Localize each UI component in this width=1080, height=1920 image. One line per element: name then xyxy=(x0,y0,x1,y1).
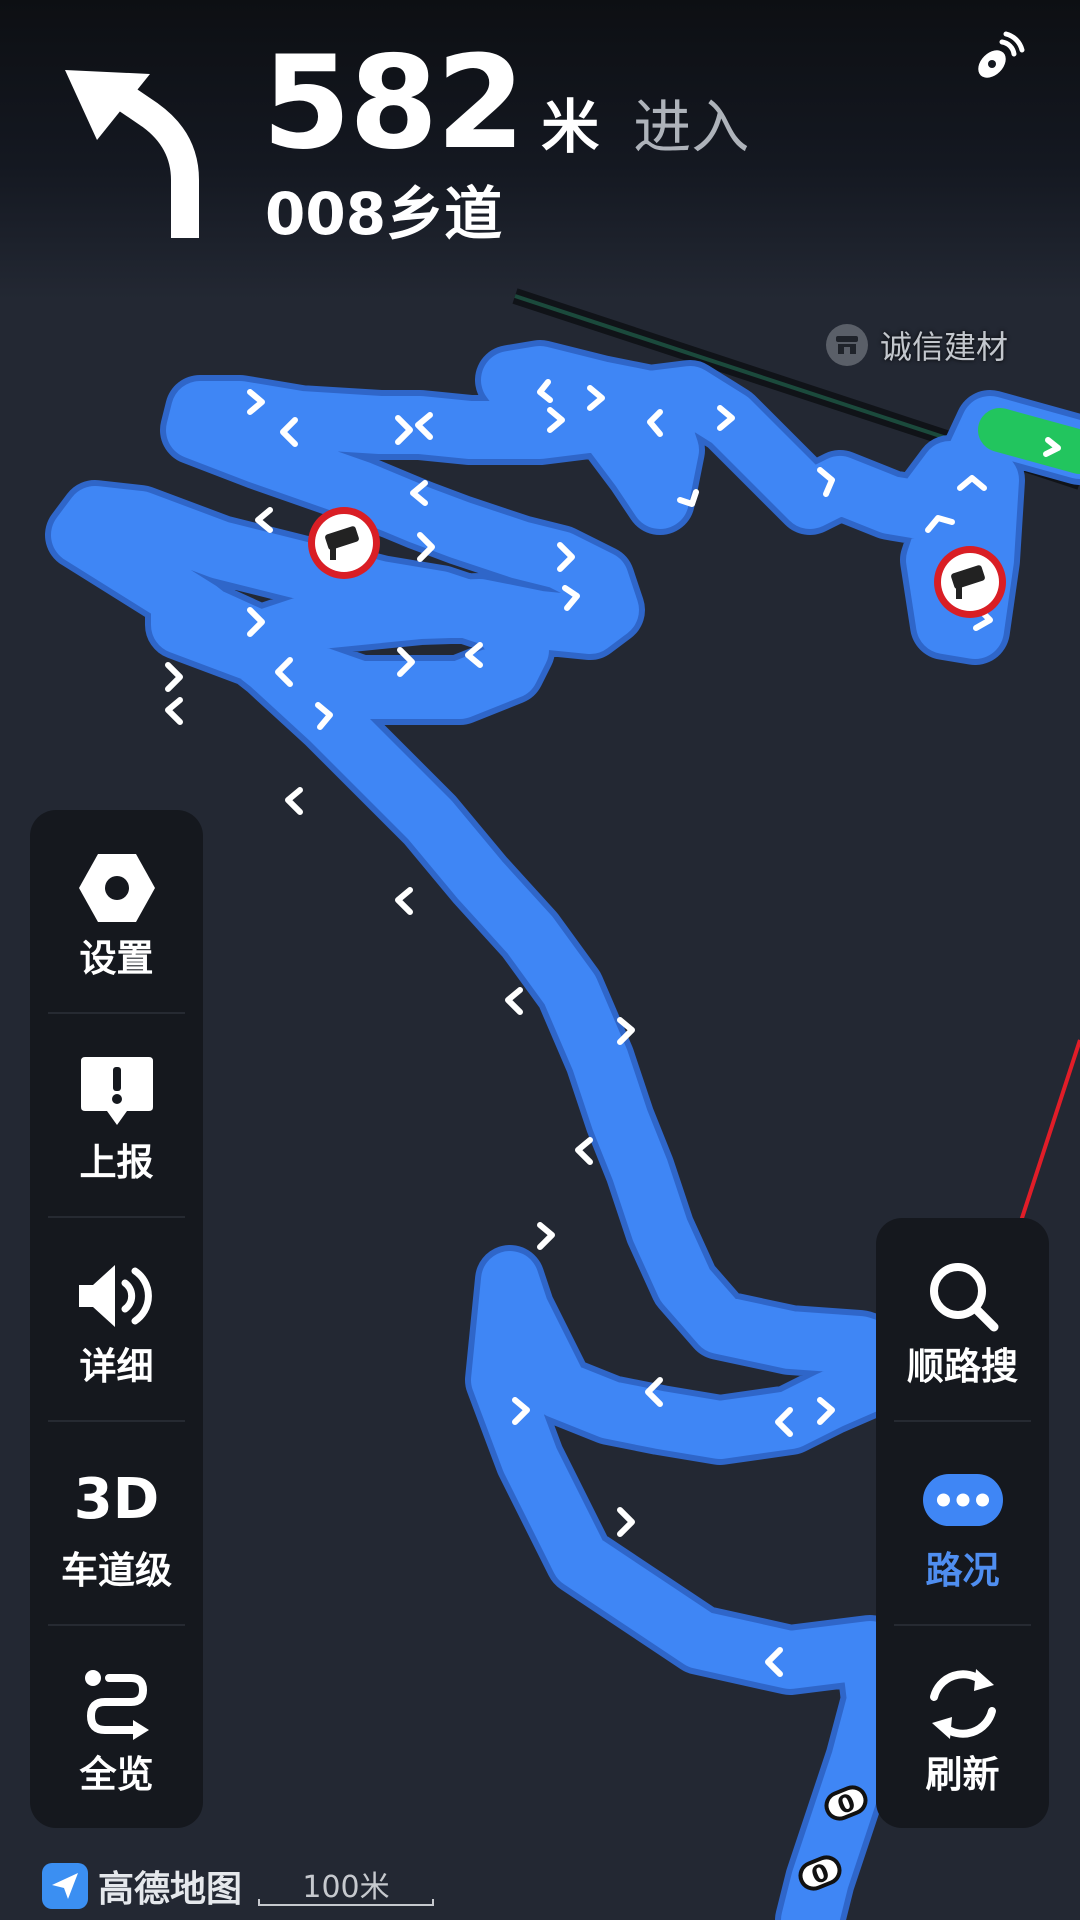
direction-chevron xyxy=(165,662,183,692)
direction-chevron xyxy=(537,1222,555,1250)
poi-label[interactable]: 诚信建材 xyxy=(826,322,1008,368)
3d-mode-icon: 3D xyxy=(73,1460,160,1540)
overview-label: 全览 xyxy=(79,1752,154,1796)
direction-chevron xyxy=(505,987,523,1015)
map-scale: 100米 xyxy=(258,1862,434,1906)
settings-hex-icon xyxy=(77,848,157,928)
lane-level-label: 车道级 xyxy=(61,1548,172,1592)
poi-name: 诚信建材 xyxy=(880,328,1009,366)
speed-camera-marker xyxy=(308,507,380,579)
direction-chevron xyxy=(617,1507,635,1537)
amap-logo-icon xyxy=(42,1863,88,1909)
report-button[interactable]: 上报 xyxy=(30,1014,203,1218)
overview-button[interactable]: 全览 xyxy=(30,1626,203,1830)
traffic-label: 路况 xyxy=(925,1548,1000,1592)
search-icon xyxy=(923,1256,1003,1336)
settings-button[interactable]: 设置 xyxy=(30,810,203,1014)
distance-row: 582 米 进入 xyxy=(262,40,749,168)
refresh-label: 刷新 xyxy=(925,1752,1000,1796)
maneuver-action: 进入 xyxy=(633,93,750,161)
traffic-green-segment xyxy=(978,408,1080,474)
lane-level-3d-button[interactable]: 3D 车道级 xyxy=(30,1422,203,1626)
distance-unit: 米 xyxy=(541,93,600,161)
3d-text: 3D xyxy=(73,1466,160,1532)
traffic-button[interactable]: 路况 xyxy=(876,1422,1049,1626)
voice-detail-button[interactable]: 详细 xyxy=(30,1218,203,1422)
search-along-route-button[interactable]: 顺路搜 xyxy=(876,1218,1049,1422)
brand-name: 高德地图 xyxy=(98,1869,243,1910)
direction-chevron xyxy=(285,787,303,815)
brand-watermark: 高德地图 xyxy=(42,1860,242,1912)
gps-signal-icon[interactable] xyxy=(970,30,1026,86)
direction-chevron xyxy=(165,697,183,725)
voice-detail-label: 详细 xyxy=(79,1344,154,1388)
next-road-name: 008乡道 xyxy=(265,180,503,248)
right-control-panel: 顺路搜 路况 刷新 xyxy=(876,1218,1049,1828)
turn-left-arrow-icon xyxy=(65,70,199,238)
speed-camera-marker xyxy=(934,546,1006,618)
distance-value: 582 xyxy=(262,29,525,178)
traffic-icon xyxy=(922,1460,1003,1540)
search-along-route-label: 顺路搜 xyxy=(907,1344,1018,1388)
report-icon xyxy=(77,1052,157,1132)
refresh-button[interactable]: 刷新 xyxy=(876,1626,1049,1830)
scale-bar xyxy=(258,1899,434,1906)
store-icon xyxy=(826,324,868,366)
guidance-bar: 582 米 进入 008乡道 xyxy=(0,0,1080,300)
speaker-icon xyxy=(77,1256,157,1336)
direction-chevron xyxy=(575,1137,593,1165)
direction-chevron xyxy=(395,887,413,915)
settings-label: 设置 xyxy=(79,936,154,980)
report-label: 上报 xyxy=(79,1140,154,1184)
left-control-panel: 设置 上报 详细 3D 车道级 全览 xyxy=(30,810,203,1828)
route-overview-icon xyxy=(77,1664,157,1744)
refresh-icon xyxy=(923,1664,1003,1744)
